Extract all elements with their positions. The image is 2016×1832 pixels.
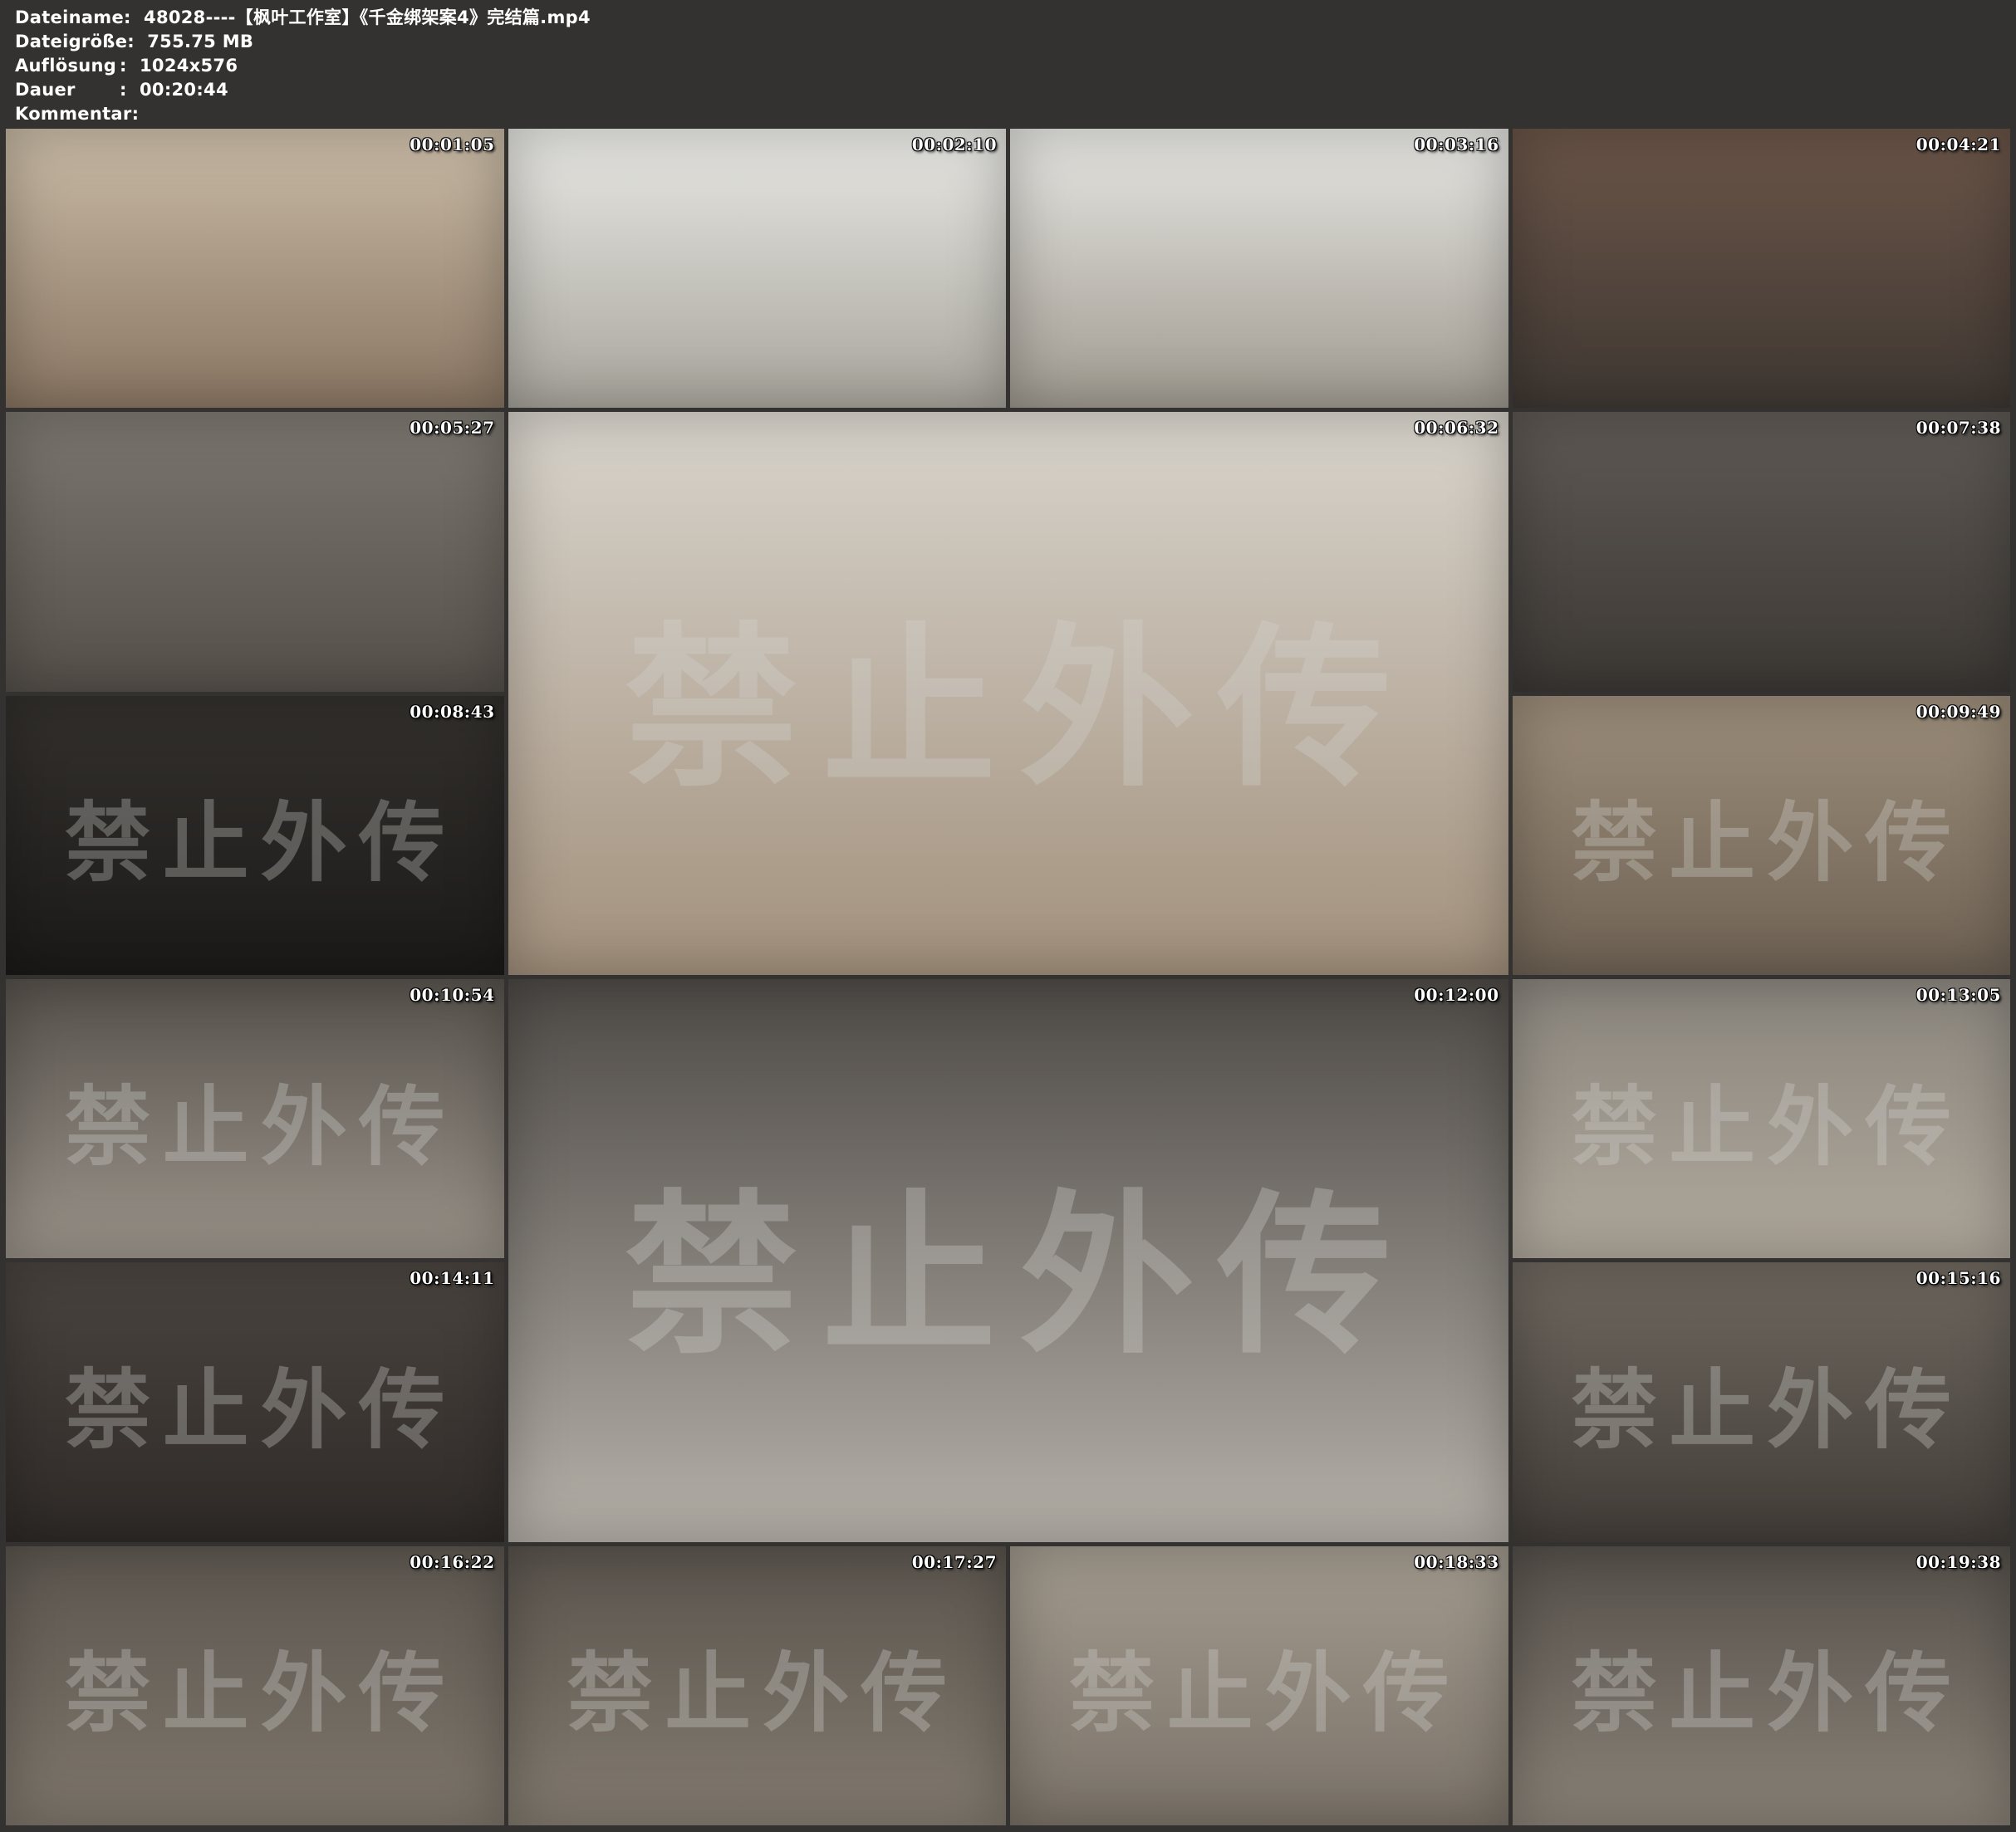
timestamp-overlay: 00:17:27: [912, 1552, 997, 1572]
watermark-text: 禁止外传: [1513, 696, 2011, 975]
file-info-row-dateigroesse: Dateigröße : 755.75 MB: [15, 30, 2016, 54]
video-thumbnail: 禁止外传00:10:54: [6, 979, 504, 1258]
file-name-value: 48028----【枫叶工作室】《千金绑架案4》完结篇.mp4: [144, 6, 591, 30]
video-thumbnail: 禁止外传00:08:43: [6, 696, 504, 975]
timestamp-overlay: 00:03:16: [1414, 135, 1499, 154]
video-thumbnail: 禁止外传00:06:32: [508, 412, 1508, 975]
video-thumbnail: 禁止外传00:14:11: [6, 1262, 504, 1541]
file-info-separator: :: [120, 54, 140, 78]
file-info-header: Dateiname : 48028----【枫叶工作室】《千金绑架案4》完结篇.…: [0, 0, 2016, 129]
file-info-separator: :: [124, 6, 144, 30]
watermark-text: 禁止外传: [1513, 979, 2011, 1258]
video-thumbnail: 禁止外传00:15:16: [1513, 1262, 2011, 1541]
video-thumbnail: 禁止外传00:19:38: [1513, 1546, 2011, 1825]
timestamp-overlay: 00:01:05: [410, 135, 494, 154]
duration-value: 00:20:44: [140, 78, 228, 102]
file-info-row-aufloesung: Auflösung : 1024x576: [15, 54, 2016, 78]
file-info-row-dateiname: Dateiname : 48028----【枫叶工作室】《千金绑架案4》完结篇.…: [15, 6, 2016, 30]
watermark-text: 禁止外传: [508, 1546, 1007, 1825]
timestamp-overlay: 00:05:27: [410, 418, 494, 438]
file-info-separator: :: [132, 102, 152, 126]
file-info-label: Auflösung: [15, 54, 120, 78]
video-thumbnail: 禁止外传00:18:33: [1010, 1546, 1508, 1825]
video-thumbnail: 00:02:10: [508, 129, 1007, 408]
video-thumbnail: 禁止外传00:09:49: [1513, 696, 2011, 975]
video-thumbnail: 禁止外传00:13:05: [1513, 979, 2011, 1258]
video-thumbnail: 00:04:21: [1513, 129, 2011, 408]
watermark-text: 禁止外传: [6, 696, 504, 975]
video-thumbnail: 00:03:16: [1010, 129, 1508, 408]
timestamp-overlay: 00:02:10: [912, 135, 997, 154]
video-thumbnail: 禁止外传00:12:00: [508, 979, 1508, 1542]
file-info-label: Dauer: [15, 78, 120, 102]
timestamp-overlay: 00:19:38: [1916, 1552, 2001, 1572]
watermark-text: 禁止外传: [1513, 1546, 2011, 1825]
video-thumbnail: 00:07:38: [1513, 412, 2011, 691]
watermark-text: 禁止外传: [6, 1262, 504, 1541]
watermark-text: 禁止外传: [6, 1546, 504, 1825]
timestamp-overlay: 00:08:43: [410, 702, 494, 722]
timestamp-overlay: 00:06:32: [1414, 418, 1499, 438]
watermark-text: 禁止外传: [508, 979, 1508, 1542]
video-thumbnail: 禁止外传00:16:22: [6, 1546, 504, 1825]
timestamp-overlay: 00:10:54: [410, 985, 494, 1005]
resolution-value: 1024x576: [140, 54, 238, 78]
file-info-label: Dateiname: [15, 6, 124, 30]
file-info-label: Dateigröße: [15, 30, 127, 54]
watermark-text: 禁止外传: [6, 979, 504, 1258]
file-size-value: 755.75 MB: [147, 30, 253, 54]
file-info-row-kommentar: Kommentar :: [15, 102, 2016, 126]
watermark-text: 禁止外传: [1513, 1262, 2011, 1541]
timestamp-overlay: 00:14:11: [410, 1268, 494, 1288]
timestamp-overlay: 00:15:16: [1916, 1268, 2001, 1288]
file-info-separator: :: [120, 78, 140, 102]
contact-sheet-page: Dateiname : 48028----【枫叶工作室】《千金绑架案4》完结篇.…: [0, 0, 2016, 1832]
file-info-separator: :: [127, 30, 147, 54]
thumbnail-grid: 00:01:05 00:02:10 00:03:16 00:04:21 00:05:27…: [6, 129, 2010, 1825]
watermark-text: 禁止外传: [508, 412, 1508, 975]
timestamp-overlay: 00:07:38: [1916, 418, 2001, 438]
file-info-row-dauer: Dauer : 00:20:44: [15, 78, 2016, 102]
file-info-label: Kommentar: [15, 102, 132, 126]
timestamp-overlay: 00:09:49: [1916, 702, 2001, 722]
watermark-text: 禁止外传: [1010, 1546, 1508, 1825]
timestamp-overlay: 00:04:21: [1916, 135, 2001, 154]
timestamp-overlay: 00:13:05: [1916, 985, 2001, 1005]
timestamp-overlay: 00:16:22: [410, 1552, 494, 1572]
timestamp-overlay: 00:18:33: [1414, 1552, 1499, 1572]
video-thumbnail: 禁止外传00:17:27: [508, 1546, 1007, 1825]
video-thumbnail: 00:05:27: [6, 412, 504, 691]
video-thumbnail: 00:01:05: [6, 129, 504, 408]
timestamp-overlay: 00:12:00: [1414, 985, 1499, 1005]
